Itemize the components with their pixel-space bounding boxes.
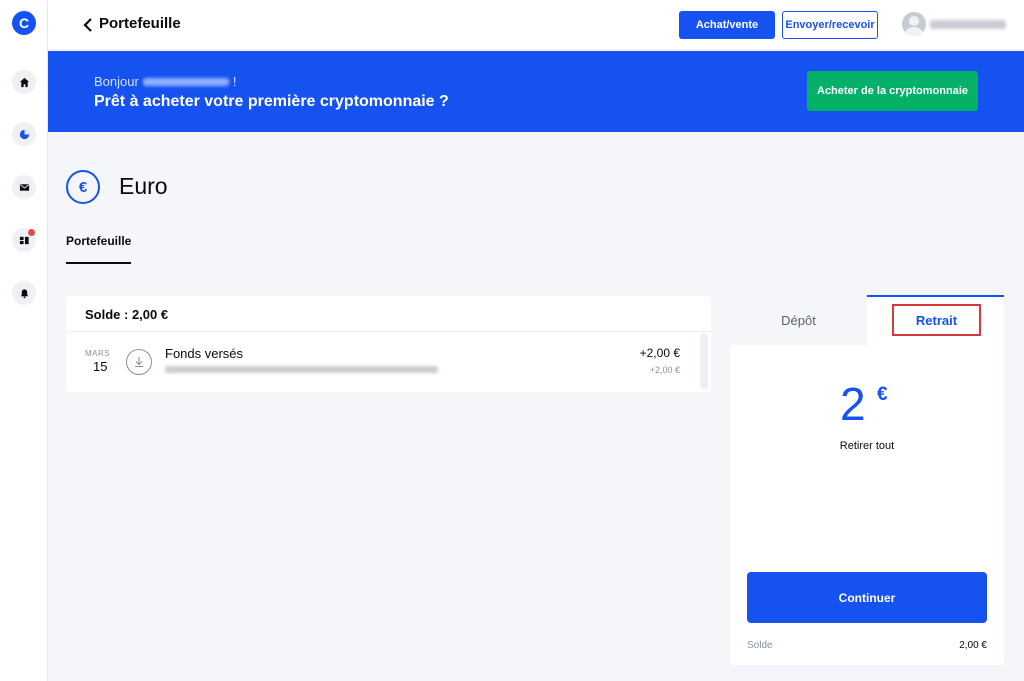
balance-label: Solde [747,640,773,651]
bell-icon [20,288,28,298]
buy-crypto-button[interactable]: Acheter de la cryptomonnaie [807,71,978,111]
asset-name: Euro [119,173,168,199]
greeting-text: Bonjour [94,74,139,89]
top-bar: Portefeuille Achat/vente Envoyer/recevoi… [48,0,1024,50]
amount-currency: € [877,384,888,405]
sidebar-item-notifications[interactable] [12,281,36,305]
greeting-suffix: ! [232,74,237,89]
amount-value[interactable]: 2 [840,377,866,431]
transaction-amount: +2,00 € [639,346,680,360]
sidebar-item-inbox[interactable] [12,175,36,199]
transaction-amount-native: +2,00 € [649,365,680,375]
download-icon [126,349,152,375]
transaction-title: Fonds versés [165,346,244,361]
balance-value: 2,00 € [959,640,987,651]
continue-button[interactable]: Continuer [747,572,987,623]
tab-portfolio[interactable]: Portefeuille [66,234,131,248]
dashboard-icon [19,236,29,244]
user-name-redacted [142,77,229,86]
notification-dot [28,229,35,236]
euro-symbol: € [78,178,88,196]
coinbase-logo[interactable]: C [12,11,36,35]
logo-letter: C [18,15,30,31]
tab-withdraw-indicator [867,295,1004,297]
banner-title: Prêt à acheter votre première cryptomonn… [94,93,449,110]
page-title: Portefeuille [99,15,181,32]
user-name-redacted[interactable] [930,20,1006,29]
home-icon [19,77,29,87]
sidebar-item-portfolio[interactable] [12,122,36,146]
withdraw-all-link[interactable]: Retirer tout [730,440,1004,452]
scrollbar[interactable] [700,333,708,389]
sidebar-item-home[interactable] [12,70,36,94]
tab-active-indicator [66,262,131,264]
promo-banner: Bonjour ! Prêt à acheter votre première … [48,51,1024,132]
chevron-left-icon [83,18,92,32]
sidebar-item-dashboard[interactable] [12,228,36,252]
buy-sell-button[interactable]: Achat/vente [679,11,775,39]
avatar[interactable] [902,12,926,36]
divider [66,331,711,332]
transfer-panel: Dépôt Retrait 2 € Retirer tout Continuer… [730,295,1004,665]
transactions-card: Solde : 2,00 € MARS 15 Fonds versés +2,0… [66,296,711,392]
sidebar-rail: C [0,0,48,681]
balance-title: Solde : 2,00 € [85,307,169,322]
back-button[interactable] [76,13,100,37]
tab-withdraw[interactable]: Retrait [892,304,981,336]
transaction-month: MARS [85,349,111,358]
euro-icon: € [66,170,100,204]
greeting: Bonjour ! [94,74,236,89]
tab-deposit[interactable]: Dépôt [730,295,867,345]
send-receive-button[interactable]: Envoyer/recevoir [782,11,878,39]
portfolio-pie-icon [19,129,29,139]
transaction-detail-redacted [165,366,438,373]
transaction-day: 15 [93,359,108,374]
inbox-icon [19,183,29,191]
